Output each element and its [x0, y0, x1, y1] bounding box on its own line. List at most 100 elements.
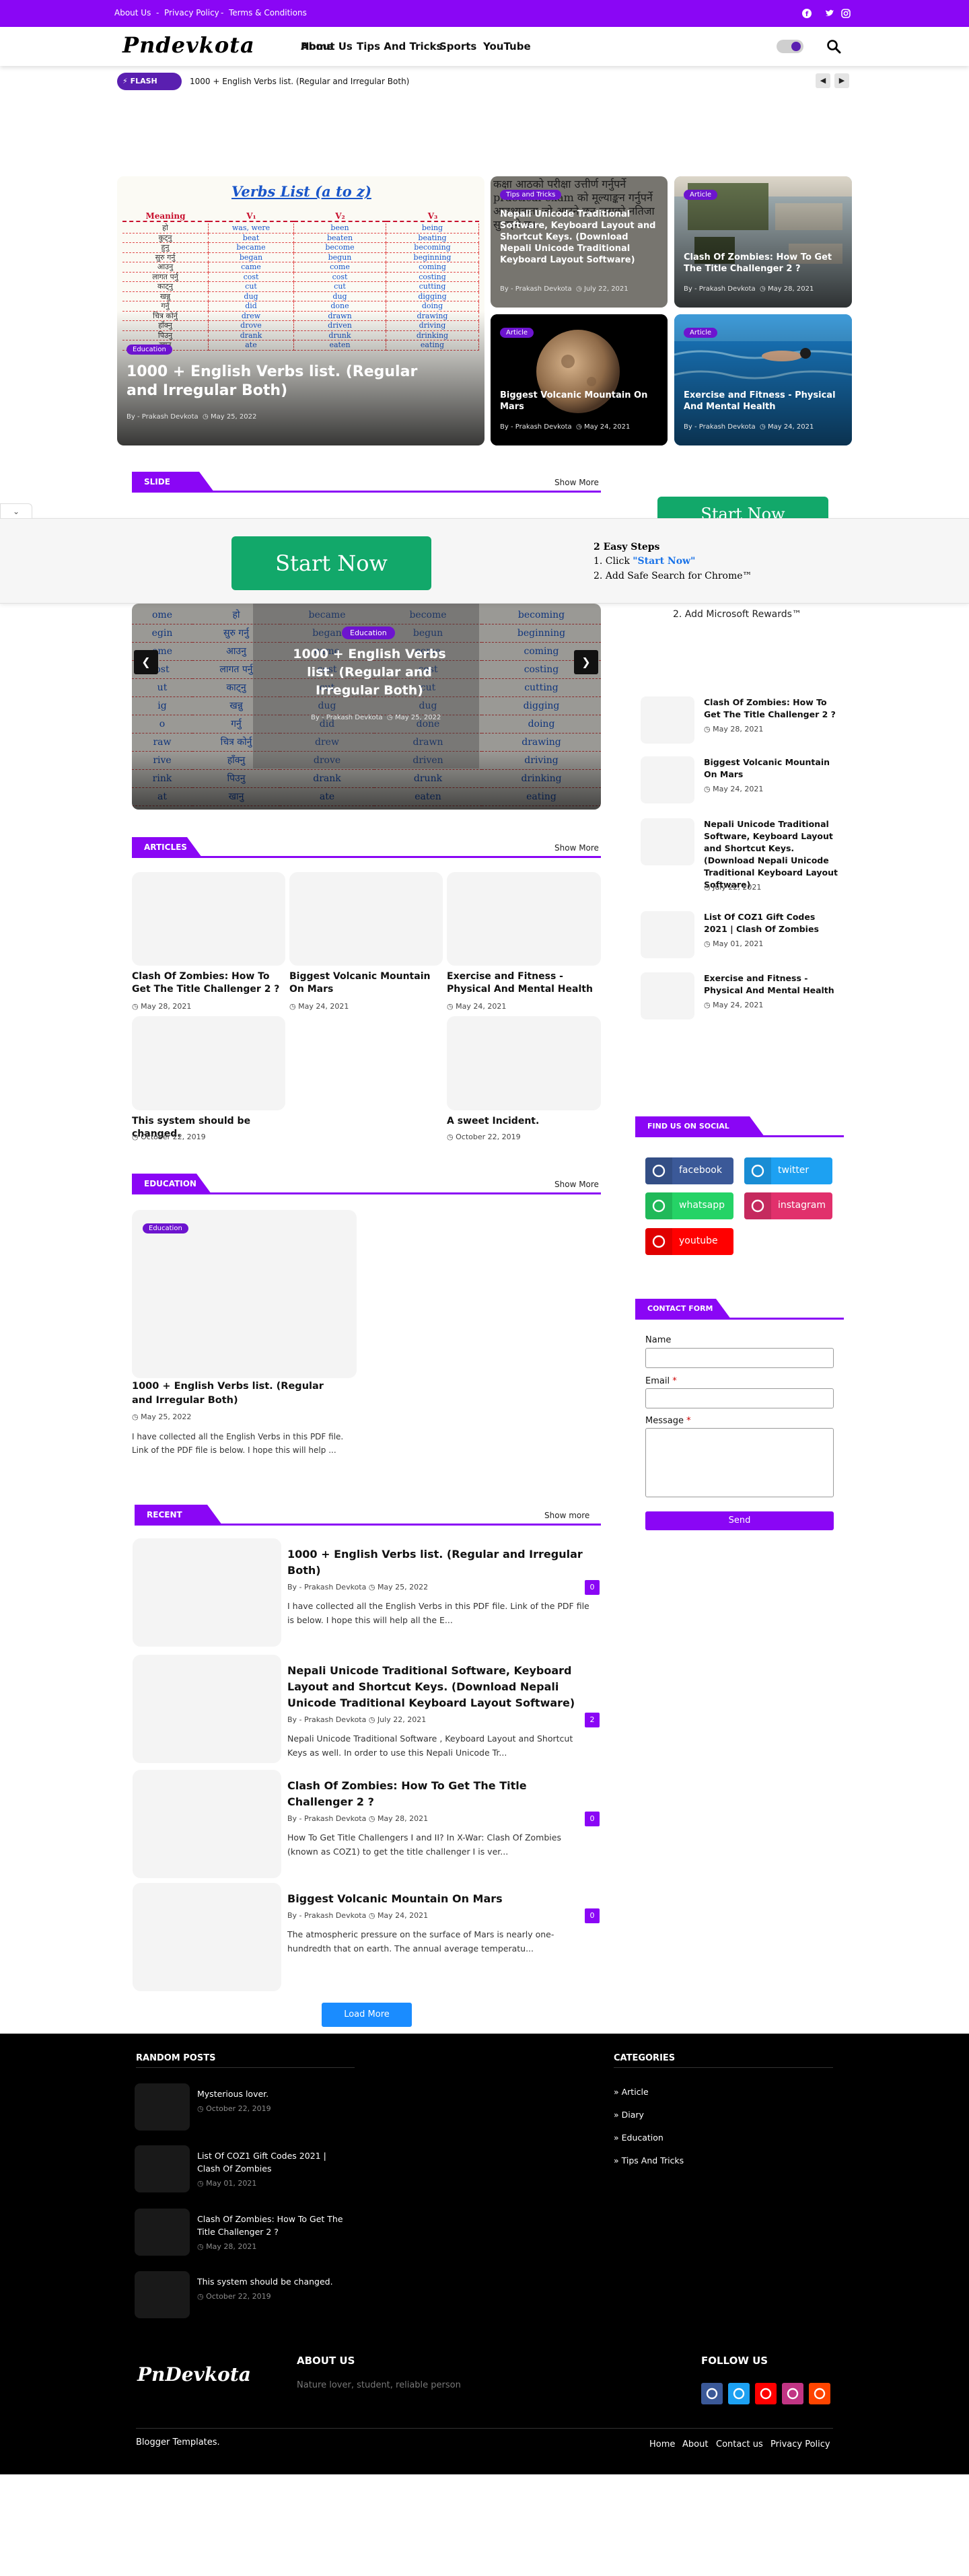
instagram-icon[interactable]: [841, 9, 851, 18]
top-link-about[interactable]: About Us: [114, 8, 151, 17]
random-thumbnail[interactable]: [135, 2271, 190, 2318]
load-more-button[interactable]: Load More: [322, 2003, 412, 2027]
category-badge[interactable]: Education: [143, 1223, 188, 1233]
recent-post-title[interactable]: Nepali Unicode Traditional Software, Key…: [287, 1663, 594, 1711]
recent-post-title[interactable]: 1000 + English Verbs list. (Regular and …: [287, 1546, 594, 1579]
recent-thumbnail[interactable]: [133, 1883, 281, 1991]
top-link-terms[interactable]: Terms & Conditions: [229, 8, 307, 17]
tile-title[interactable]: Clash Of Zombies: How To Get The Title C…: [684, 252, 842, 275]
site-logo[interactable]: Pndevkota: [122, 32, 255, 58]
search-icon[interactable]: [826, 39, 841, 54]
reddit-icon[interactable]: [809, 2383, 830, 2404]
category-link[interactable]: » Education: [614, 2133, 663, 2143]
footer-link-about[interactable]: About: [682, 2439, 708, 2449]
random-thumbnail[interactable]: [135, 2209, 190, 2256]
recent-thumbnail[interactable]: [133, 1655, 281, 1763]
youtube-icon[interactable]: [755, 2383, 777, 2404]
recent-post-title[interactable]: Biggest Volcanic Mountain On Mars: [287, 1891, 594, 1907]
instagram-icon[interactable]: [782, 2383, 803, 2404]
popular-thumbnail[interactable]: [641, 756, 694, 803]
twitter-button[interactable]: twitter: [744, 1157, 832, 1184]
hero-tile-nepali-unicode[interactable]: कक्षा आठको परीक्षा उत्तीर्ण गर्नुपर्ने p…: [491, 176, 668, 308]
recent-thumbnail[interactable]: [133, 1770, 281, 1878]
hero-tile-clash-of-zombies[interactable]: Article Clash Of Zombies: How To Get The…: [674, 176, 852, 308]
whatsapp-button[interactable]: whatsapp: [645, 1192, 733, 1219]
random-post-title[interactable]: Mysterious lover.: [197, 2087, 352, 2100]
nav-sports[interactable]: Sports: [439, 40, 476, 52]
article-thumbnail[interactable]: [132, 872, 285, 966]
ad-step-link[interactable]: "Start Now": [633, 556, 695, 567]
article-thumbnail[interactable]: [132, 1016, 285, 1110]
send-button[interactable]: Send: [645, 1511, 834, 1530]
dark-mode-toggle[interactable]: [777, 40, 803, 53]
random-post-title[interactable]: Clash Of Zombies: How To Get The Title C…: [197, 2213, 352, 2238]
category-link[interactable]: » Article: [614, 2087, 649, 2097]
comment-count-badge[interactable]: 0: [585, 1812, 600, 1826]
education-show-more[interactable]: Show More: [554, 1180, 599, 1189]
random-post-title[interactable]: List Of COZ1 Gift Codes 2021 | Clash Of …: [197, 2149, 352, 2175]
article-title[interactable]: Clash Of Zombies: How To Get The Title C…: [132, 970, 285, 996]
slide-next-button[interactable]: ❯: [574, 650, 598, 674]
name-field[interactable]: [645, 1348, 834, 1368]
instagram-button[interactable]: instagram: [744, 1192, 832, 1219]
popular-post-title[interactable]: Clash Of Zombies: How To Get The Title C…: [704, 696, 838, 721]
article-thumbnail[interactable]: [447, 1016, 601, 1110]
category-link[interactable]: » Tips And Tricks: [614, 2155, 684, 2166]
popular-thumbnail[interactable]: [641, 911, 694, 958]
recent-post-title[interactable]: Clash Of Zombies: How To Get The Title C…: [287, 1778, 594, 1810]
ad-start-now-button[interactable]: Start Now: [231, 536, 431, 590]
facebook-icon[interactable]: [701, 2383, 723, 2404]
comment-count-badge[interactable]: 0: [585, 1580, 600, 1595]
article-title[interactable]: Biggest Volcanic Mountain On Mars: [289, 970, 443, 996]
tile-title[interactable]: Exercise and Fitness - Physical And Ment…: [684, 390, 842, 413]
slideshow-slider[interactable]: ome हो became become becoming egin सुरु गर्नु b…: [132, 604, 601, 810]
nav-about[interactable]: About Us: [301, 40, 353, 52]
category-badge[interactable]: Education: [127, 345, 172, 355]
twitter-icon[interactable]: [728, 2383, 750, 2404]
category-badge[interactable]: Article: [500, 328, 534, 338]
popular-post-title[interactable]: Nepali Unicode Traditional Software, Key…: [704, 818, 838, 891]
category-badge[interactable]: Article: [684, 328, 718, 338]
popular-post-title[interactable]: Biggest Volcanic Mountain On Mars: [704, 756, 838, 781]
facebook-button[interactable]: facebook: [645, 1157, 733, 1184]
category-badge[interactable]: Tips and Tricks: [500, 190, 562, 200]
flash-prev-button[interactable]: ◀: [816, 73, 830, 88]
flash-news-text[interactable]: 1000 + English Verbs list. (Regular and …: [190, 77, 409, 86]
popular-thumbnail[interactable]: [641, 972, 694, 1019]
random-post-title[interactable]: This system should be changed.: [197, 2275, 352, 2288]
education-post-title[interactable]: 1000 + English Verbs list. (Regular and …: [132, 1380, 334, 1408]
comment-count-badge[interactable]: 2: [585, 1713, 600, 1727]
comment-count-badge[interactable]: 0: [585, 1908, 600, 1923]
hero-main-post[interactable]: Verbs List (a to z) Meaning V₁ V₂ V₃ हो was, …: [117, 176, 485, 445]
chevron-down-icon[interactable]: ⌄: [0, 503, 32, 518]
footer-credit[interactable]: Blogger Templates.: [136, 2437, 220, 2447]
random-thumbnail[interactable]: [135, 2145, 190, 2192]
category-link[interactable]: » Diary: [614, 2110, 644, 2120]
hero-main-title[interactable]: 1000 + English Verbs list. (Regular and …: [127, 363, 423, 400]
slide-title[interactable]: 1000 + English Verbs list. (Regular and …: [292, 645, 447, 700]
category-badge[interactable]: Education: [342, 627, 395, 639]
articles-show-more[interactable]: Show More: [554, 843, 599, 853]
slideshow-show-more[interactable]: Show More: [554, 478, 599, 487]
popular-post-title[interactable]: List Of COZ1 Gift Codes 2021 | Clash Of …: [704, 911, 838, 935]
slide-prev-button[interactable]: ❮: [134, 650, 158, 674]
popular-post-title[interactable]: Exercise and Fitness - Physical And Ment…: [704, 972, 838, 997]
category-badge[interactable]: Article: [684, 190, 718, 200]
facebook-icon[interactable]: f: [802, 9, 812, 18]
flash-next-button[interactable]: ▶: [834, 73, 849, 88]
hero-tile-exercise[interactable]: Article Exercise and Fitness - Physical …: [674, 314, 852, 445]
footer-link-privacy[interactable]: Privacy Policy: [770, 2439, 830, 2449]
footer-link-home[interactable]: Home: [649, 2439, 675, 2449]
nav-youtube[interactable]: YouTube: [483, 40, 531, 52]
article-title[interactable]: A sweet Incident.: [447, 1115, 600, 1128]
article-thumbnail[interactable]: [289, 872, 443, 966]
recent-show-more[interactable]: Show more: [544, 1511, 589, 1520]
twitter-icon[interactable]: [825, 9, 834, 18]
education-thumbnail[interactable]: [132, 1210, 357, 1378]
nav-tips[interactable]: Tips And Tricks: [357, 40, 442, 52]
recent-thumbnail[interactable]: [133, 1538, 281, 1647]
footer-link-contact[interactable]: Contact us: [716, 2439, 763, 2449]
message-field[interactable]: [645, 1428, 834, 1497]
article-title[interactable]: Exercise and Fitness - Physical And Ment…: [447, 970, 600, 996]
top-link-privacy[interactable]: Privacy Policy: [164, 8, 219, 17]
